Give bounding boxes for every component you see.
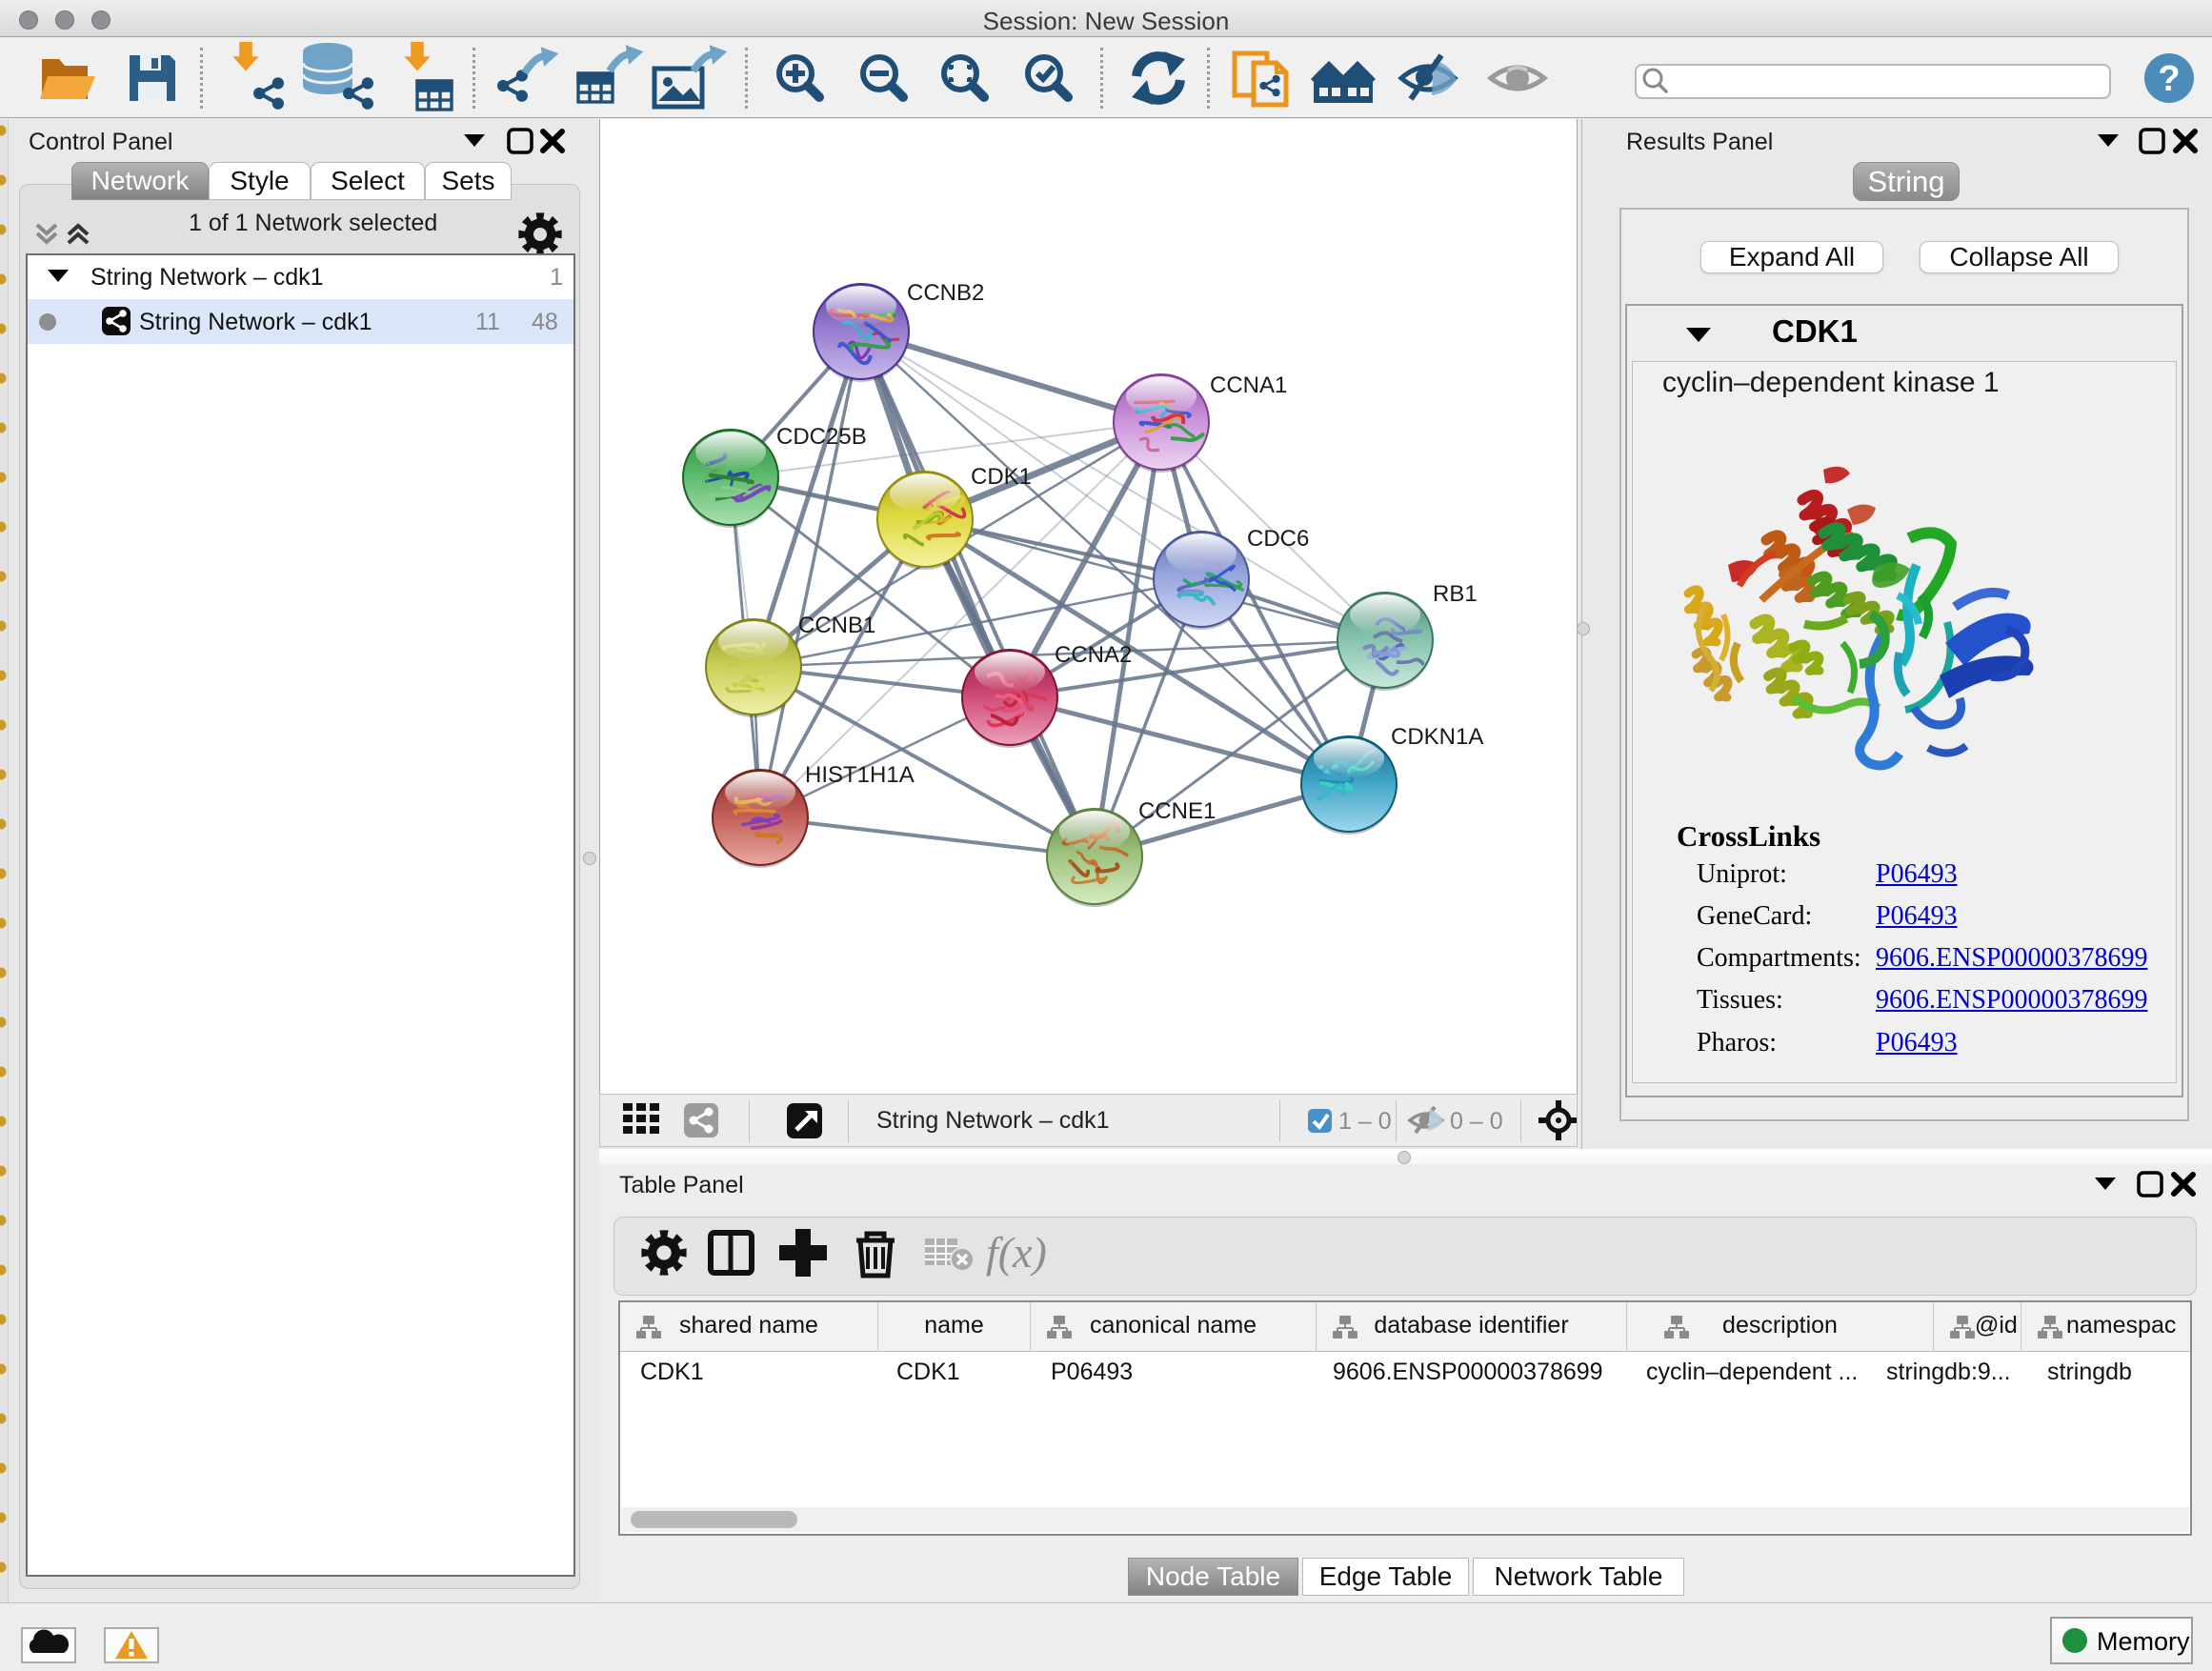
svg-text:RB1: RB1	[1433, 581, 1478, 607]
svg-text:CCNE1: CCNE1	[1138, 798, 1216, 824]
svg-text:CDC25B: CDC25B	[776, 424, 867, 450]
svg-text:CDKN1A: CDKN1A	[1391, 724, 1483, 750]
svg-text:HIST1H1A: HIST1H1A	[805, 762, 915, 788]
svg-text:CCNA1: CCNA1	[1210, 372, 1287, 398]
svg-text:CDK1: CDK1	[971, 464, 1032, 490]
svg-text:?: ?	[2158, 59, 2180, 99]
svg-text:CCNB2: CCNB2	[907, 280, 984, 306]
svg-text:f(x): f(x)	[986, 1228, 1047, 1277]
svg-text:CCNA2: CCNA2	[1055, 642, 1132, 668]
svg-text:Memory: Memory	[2097, 1627, 2190, 1656]
svg-text:CDC6: CDC6	[1247, 526, 1309, 552]
svg-text:CCNB1: CCNB1	[798, 613, 875, 638]
